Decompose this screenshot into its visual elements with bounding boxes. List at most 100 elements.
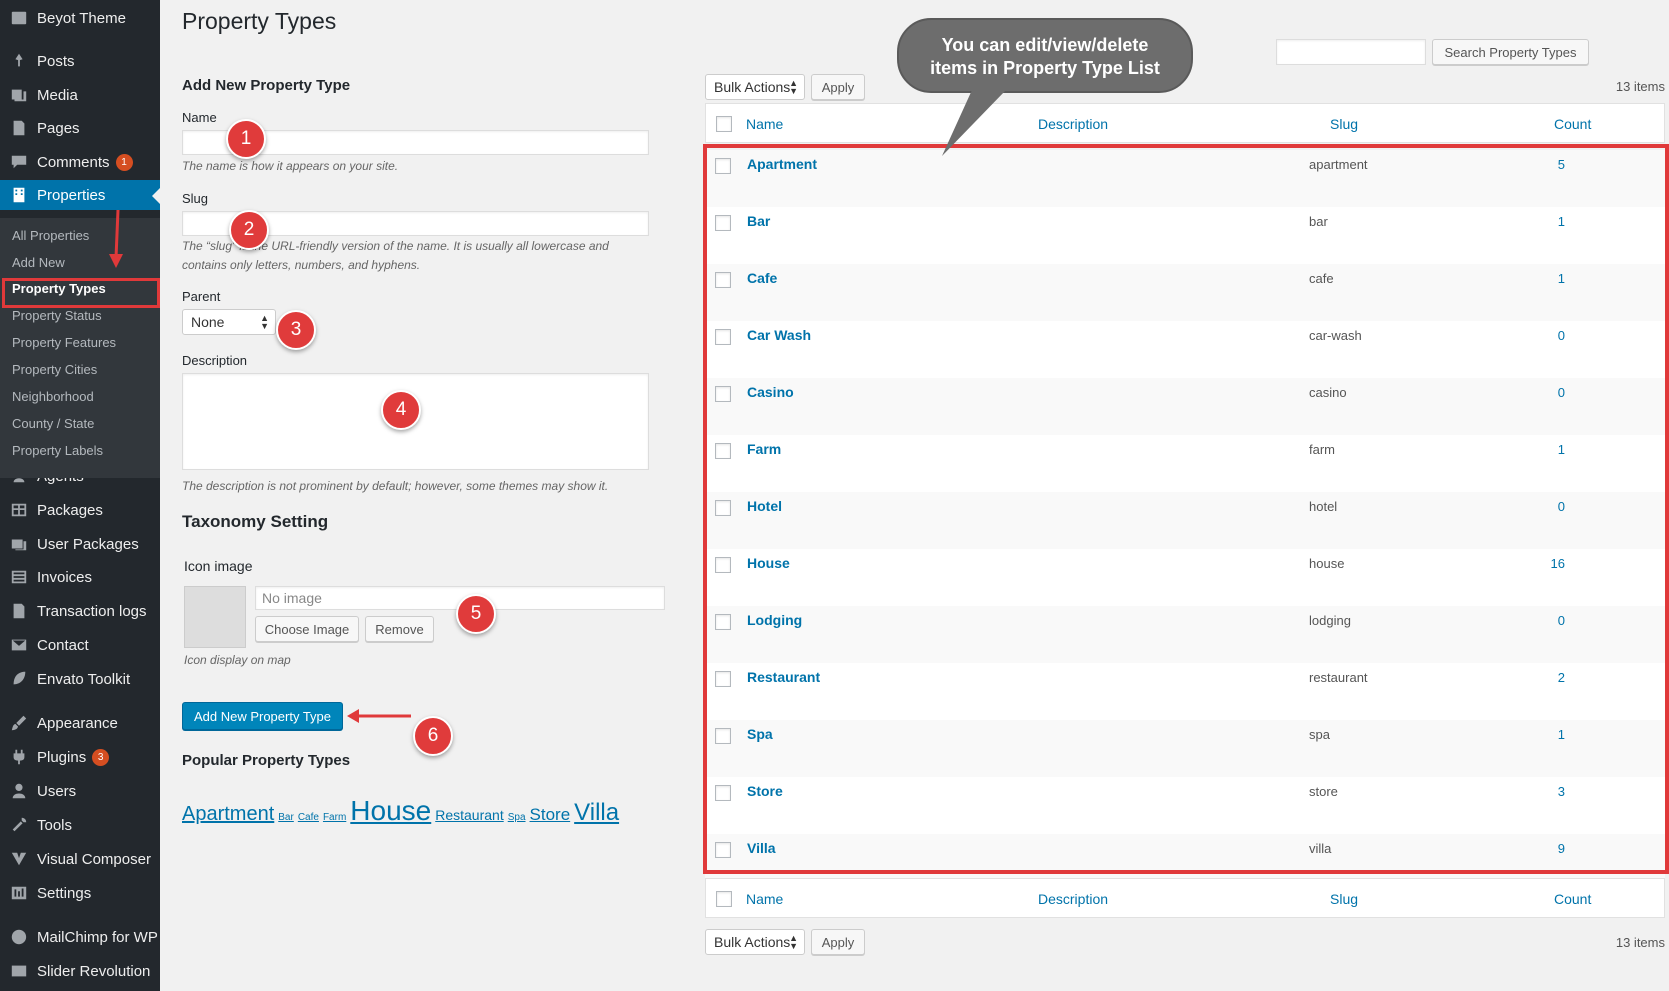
sidebar-item-plugins[interactable]: Plugins 3 — [0, 742, 160, 772]
callout-bubble: You can edit/view/delete items in Proper… — [897, 18, 1193, 93]
submenu-item-neighborhood[interactable]: Neighborhood — [12, 389, 94, 404]
submenu-item-add-new[interactable]: Add New — [12, 255, 65, 270]
pages-icon — [9, 118, 29, 138]
sidebar-item-mailchimp-for-wp[interactable]: MailChimp for WP — [0, 922, 160, 952]
parent-select[interactable]: None ▲ ▼ — [182, 309, 276, 335]
sidebar-item-pages[interactable]: Pages — [0, 113, 160, 143]
select-all-checkbox[interactable] — [716, 116, 732, 132]
sidebar-item-transaction-logs[interactable]: Transaction logs — [0, 596, 160, 626]
tag-link-spa[interactable]: Spa — [508, 812, 526, 823]
sidebar-item-label: Settings — [37, 884, 92, 902]
add-new-property-type-button[interactable]: Add New Property Type — [182, 702, 343, 730]
form-title: Add New Property Type — [182, 77, 351, 94]
sidebar-item-appearance[interactable]: Appearance — [0, 708, 160, 738]
building-icon — [9, 185, 29, 205]
taxonomy-title: Taxonomy Setting — [182, 512, 329, 531]
column-name-bottom[interactable]: Name — [746, 891, 783, 907]
slider-icon — [9, 961, 29, 981]
sidebar-item-label: Invoices — [37, 568, 93, 586]
select-arrows-icon: ▲ ▼ — [789, 933, 798, 951]
sidebar-item-slider-revolution[interactable]: Slider Revolution — [0, 956, 160, 986]
sidebar-item-label: Users — [37, 782, 77, 800]
search-input[interactable] — [1276, 39, 1426, 65]
sidebar-item-visual-composer[interactable]: Visual Composer — [0, 844, 160, 874]
submenu-item-county-state[interactable]: County / State — [12, 416, 94, 431]
marker-6: 6 — [413, 716, 453, 756]
submenu-item-property-cities[interactable]: Property Cities — [12, 362, 97, 377]
sidebar-item-comments[interactable]: Comments 1 — [0, 147, 160, 177]
select-arrows-icon: ▲ ▼ — [789, 78, 798, 96]
bulk-actions-select-bottom[interactable]: Bulk Actions ▲ ▼ — [705, 929, 805, 955]
pin-icon — [9, 51, 29, 71]
column-slug[interactable]: Slug — [1330, 116, 1358, 132]
choose-image-button[interactable]: Choose Image — [255, 616, 359, 642]
sidebar-item-label: Visual Composer — [37, 850, 151, 868]
grid-icon — [9, 500, 29, 520]
submenu-item-all-properties[interactable]: All Properties — [12, 228, 89, 243]
description-label: Description — [182, 353, 248, 368]
sidebar-item-label: User Packages — [37, 535, 139, 553]
sidebar-item-label: Properties — [37, 186, 106, 204]
sidebar-item-packages[interactable]: Packages — [0, 495, 160, 525]
column-slug-bottom[interactable]: Slug — [1330, 891, 1358, 907]
sidebar-item-settings[interactable]: Settings — [0, 878, 160, 908]
sidebar-item-contact[interactable]: Contact — [0, 630, 160, 660]
column-name[interactable]: Name — [746, 116, 783, 132]
search-button[interactable]: Search Property Types — [1432, 39, 1589, 65]
tag-link-bar[interactable]: Bar — [278, 812, 294, 823]
apply-button-bottom[interactable]: Apply — [811, 929, 865, 955]
popular-title: Popular Property Types — [182, 752, 351, 769]
apply-button-top[interactable]: Apply — [811, 74, 865, 100]
tag-link-restaurant[interactable]: Restaurant — [435, 807, 503, 823]
wordpress-icon — [9, 8, 29, 28]
marker-2: 2 — [229, 210, 269, 250]
description-hint: The description is not prominent by defa… — [182, 479, 609, 493]
log-icon — [9, 601, 29, 621]
tag-link-farm[interactable]: Farm — [323, 812, 346, 823]
properties-submenu: All Properties Add New Property Types Prope… — [0, 218, 160, 478]
column-count[interactable]: Count — [1554, 116, 1591, 132]
sidebar-item-label: Posts — [37, 52, 75, 70]
column-description[interactable]: Description — [1038, 116, 1108, 132]
sidebar-item-label: Contact — [37, 636, 89, 654]
icon-hint: Icon display on map — [184, 653, 291, 667]
submenu-item-property-features[interactable]: Property Features — [12, 335, 116, 350]
column-count-bottom[interactable]: Count — [1554, 891, 1591, 907]
submenu-item-property-labels[interactable]: Property Labels — [12, 443, 103, 458]
vc-icon — [9, 849, 29, 869]
icon-image-label: Icon image — [184, 558, 253, 574]
submenu-item-property-status[interactable]: Property Status — [12, 308, 102, 323]
sidebar-item-users[interactable]: Users — [0, 776, 160, 806]
tag-link-villa[interactable]: Villa — [574, 799, 619, 826]
marker-1: 1 — [226, 119, 266, 159]
sidebar-item-properties[interactable]: Properties — [0, 180, 160, 210]
table-header: Name Description Slug Count — [705, 103, 1665, 143]
select-all-checkbox-bottom[interactable] — [716, 891, 732, 907]
callout-pointer — [942, 90, 1006, 156]
sidebar-item-user-packages[interactable]: User Packages — [0, 529, 160, 559]
sidebar-item-envato-toolkit[interactable]: Envato Toolkit — [0, 664, 160, 694]
sidebar-item-label: MailChimp for WP — [37, 928, 158, 946]
plugin-icon — [9, 747, 29, 767]
items-count-top: 13 items — [1615, 79, 1665, 94]
bulk-actions-select-top[interactable]: Bulk Actions ▲ ▼ — [705, 74, 805, 100]
leaf-icon — [9, 669, 29, 689]
sidebar-item-invoices[interactable]: Invoices — [0, 562, 160, 592]
main-content: Property Types Add New Property Type Nam… — [160, 0, 1669, 991]
admin-sidebar: Beyot Theme Posts Media Pages Comments 1 Prop… — [0, 0, 160, 991]
tag-link-cafe[interactable]: Cafe — [298, 812, 319, 823]
tag-link-house[interactable]: House — [350, 795, 431, 826]
sidebar-item-posts[interactable]: Posts — [0, 46, 160, 76]
count-badge: 3 — [92, 748, 110, 766]
column-description-bottom[interactable]: Description — [1038, 891, 1108, 907]
tag-link-apartment[interactable]: Apartment — [182, 803, 274, 825]
remove-image-button[interactable]: Remove — [365, 616, 434, 642]
sidebar-item-media[interactable]: Media — [0, 80, 160, 110]
mail-icon — [9, 635, 29, 655]
sidebar-item-label: Slider Revolution — [37, 962, 151, 980]
tag-link-store[interactable]: Store — [530, 805, 571, 824]
wrench-icon — [9, 815, 29, 835]
sidebar-item-tools[interactable]: Tools — [0, 810, 160, 840]
site-title[interactable]: Beyot Theme — [0, 3, 160, 33]
list-icon — [9, 567, 29, 587]
